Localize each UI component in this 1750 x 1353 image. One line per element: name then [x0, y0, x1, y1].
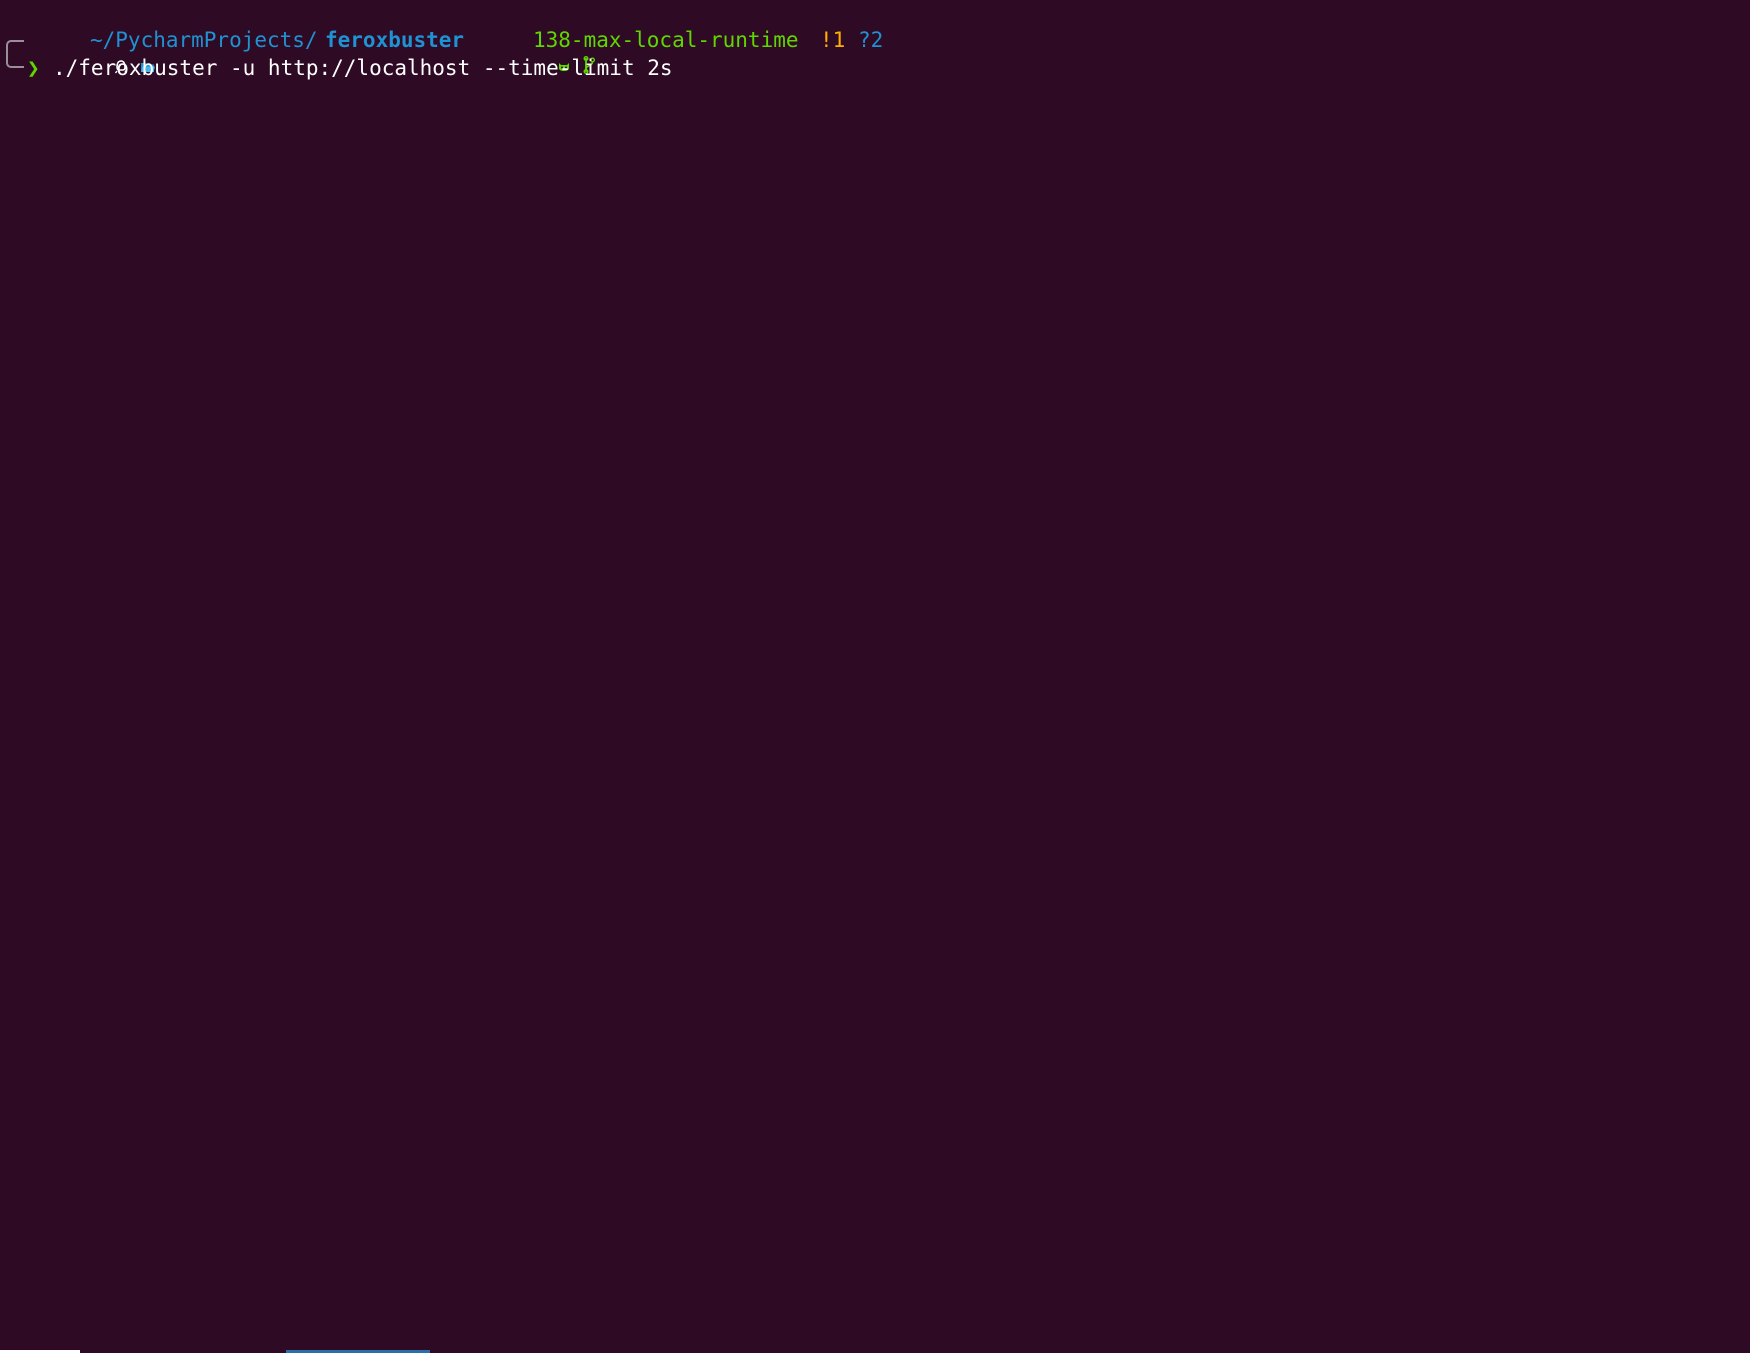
prompt-path-prefix: ~/PycharmProjects/: [90, 28, 318, 52]
prompt-path-dir: feroxbuster: [325, 28, 465, 52]
prompt-chevron-icon: ❯: [27, 56, 40, 80]
prompt-status-line: ~/PycharmProjects/ feroxbuster 138-max-l…: [0, 27, 883, 74]
git-branch-name: 138-max-local-runtime: [533, 28, 799, 52]
terminal-window[interactable]: ~/PycharmProjects/ feroxbuster 138-max-l…: [0, 0, 1750, 1353]
linux-icon: [38, 30, 127, 74]
command-input[interactable]: ./feroxbuster -u http://localhost --time…: [53, 55, 673, 81]
command-line[interactable]: ❯ ./feroxbuster -u http://localhost --ti…: [0, 55, 673, 81]
git-branch-icon: [506, 29, 595, 74]
github-icon: [480, 30, 569, 71]
git-untracked-count: ?2: [858, 28, 884, 52]
folder-icon: [64, 30, 155, 72]
git-modified-count: !1: [820, 28, 846, 52]
